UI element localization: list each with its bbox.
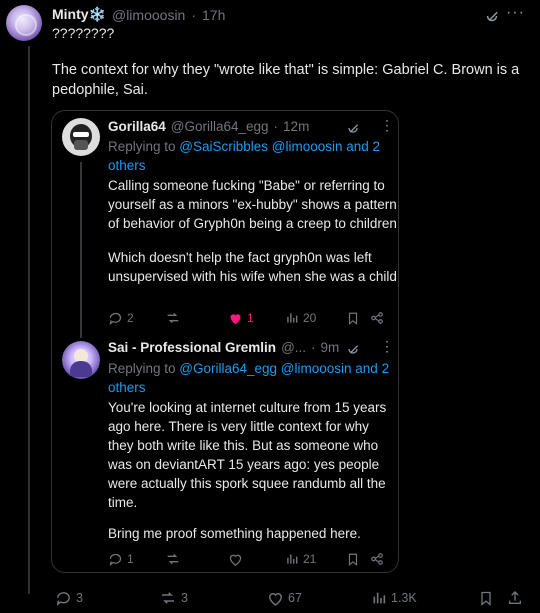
reply-button[interactable]: 3 bbox=[55, 590, 83, 607]
user-handle[interactable]: @limooosin bbox=[112, 7, 185, 23]
reply1-actions: 2 1 20 bbox=[108, 309, 388, 327]
bookmark-icon bbox=[481, 591, 491, 606]
more-options-icon[interactable]: ⋮ bbox=[380, 338, 394, 355]
reply-button[interactable]: 1 bbox=[108, 552, 134, 567]
share-button[interactable] bbox=[507, 590, 523, 606]
reply2-name[interactable]: Sai - Professional Gremlin bbox=[108, 340, 276, 355]
share-button[interactable] bbox=[370, 311, 384, 325]
retweet-icon bbox=[167, 553, 179, 565]
replying-label: Replying to bbox=[108, 361, 180, 376]
grok-icon[interactable] bbox=[345, 120, 361, 136]
reply2-actions: 1 21 bbox=[108, 550, 388, 568]
reply-button[interactable]: 2 bbox=[108, 311, 134, 326]
reply1-text1: Calling someone fucking "Babe" or referr… bbox=[108, 178, 397, 231]
reply2-time[interactable]: 9m bbox=[321, 340, 340, 355]
tweet-actions: 3 3 67 1.3K bbox=[55, 588, 535, 608]
views-button[interactable]: 21 bbox=[285, 552, 316, 566]
dot-separator: · bbox=[273, 119, 279, 134]
retweet-icon bbox=[162, 592, 174, 604]
reply-icon bbox=[56, 591, 70, 606]
heart-icon bbox=[230, 313, 241, 324]
like-count: 67 bbox=[288, 591, 302, 605]
share-icon bbox=[509, 591, 521, 604]
avatar-gorilla64[interactable] bbox=[62, 118, 100, 156]
reply2-text1: You're looking at internet culture from … bbox=[108, 400, 387, 510]
bookmark-button[interactable] bbox=[346, 552, 360, 567]
replying-label: Replying to bbox=[108, 139, 180, 154]
thread-line bbox=[28, 46, 30, 594]
reply1-name[interactable]: Gorilla64 bbox=[108, 119, 166, 134]
bookmark-icon bbox=[348, 553, 358, 566]
like-button[interactable]: 67 bbox=[267, 590, 302, 607]
more-options-icon[interactable]: ⋮ bbox=[380, 117, 394, 134]
bookmark-icon bbox=[348, 312, 358, 325]
avatar-minty[interactable] bbox=[6, 5, 42, 41]
tweet-header: Minty❄️ @limooosin · 17h bbox=[52, 6, 225, 23]
views-count: 1.3K bbox=[391, 591, 417, 605]
views-count: 21 bbox=[303, 552, 317, 566]
grok-icon[interactable] bbox=[345, 341, 361, 357]
display-name[interactable]: Minty❄️ bbox=[52, 6, 106, 23]
share-icon bbox=[371, 312, 383, 324]
share-icon bbox=[371, 553, 383, 565]
retweet-button[interactable] bbox=[165, 310, 185, 326]
reply2-handle[interactable]: @... bbox=[281, 340, 306, 355]
heart-icon bbox=[269, 592, 282, 606]
reply-count: 1 bbox=[127, 552, 134, 566]
reply1-replying: Replying to @SaiScribbles @limooosin and… bbox=[108, 137, 393, 175]
share-button[interactable] bbox=[370, 552, 384, 566]
bookmark-button[interactable] bbox=[478, 590, 494, 607]
reply1-text2: Which doesn't help the fact gryph0n was … bbox=[108, 250, 397, 284]
like-count: 1 bbox=[247, 311, 254, 325]
reply1-header: Gorilla64 @Gorilla64_egg · 12m bbox=[108, 119, 309, 134]
reply1-handle[interactable]: @Gorilla64_egg bbox=[171, 119, 269, 134]
views-icon bbox=[287, 313, 298, 323]
views-count: 20 bbox=[303, 311, 317, 325]
tweet-line1: ???????? bbox=[52, 25, 115, 41]
more-options-icon[interactable]: ··· bbox=[506, 4, 525, 22]
reply-icon bbox=[109, 553, 122, 566]
reply-icon bbox=[109, 312, 122, 325]
retweet-button[interactable]: 3 bbox=[159, 589, 188, 607]
retweet-button[interactable] bbox=[165, 551, 181, 567]
dot-separator: · bbox=[191, 6, 197, 23]
reply-count: 3 bbox=[76, 591, 83, 605]
retweet-icon bbox=[167, 312, 179, 324]
like-button[interactable]: 1 bbox=[228, 311, 254, 326]
reply1-time[interactable]: 12m bbox=[283, 119, 309, 134]
grok-icon[interactable] bbox=[483, 7, 501, 25]
reply-thread-line bbox=[80, 162, 82, 338]
reply-count: 2 bbox=[127, 311, 134, 325]
views-icon bbox=[287, 554, 298, 564]
timestamp[interactable]: 17h bbox=[202, 7, 225, 23]
retweet-count: 3 bbox=[181, 591, 188, 605]
views-icon bbox=[373, 592, 386, 604]
reply2-replying: Replying to @Gorilla64_egg @limooosin an… bbox=[108, 359, 393, 397]
bookmark-button[interactable] bbox=[346, 311, 360, 326]
dot-separator: · bbox=[311, 340, 316, 355]
reply2-header: Sai - Professional Gremlin @... · 9m bbox=[108, 340, 339, 355]
tweet-body: The context for why they "wrote like tha… bbox=[52, 62, 520, 98]
avatar-sai[interactable] bbox=[62, 341, 100, 379]
like-button[interactable] bbox=[228, 552, 243, 567]
reply2-text2: Bring me proof something happened here. bbox=[108, 526, 361, 541]
views-button[interactable]: 1.3K bbox=[371, 590, 417, 606]
heart-icon bbox=[229, 554, 242, 566]
views-button[interactable]: 20 bbox=[285, 311, 316, 325]
